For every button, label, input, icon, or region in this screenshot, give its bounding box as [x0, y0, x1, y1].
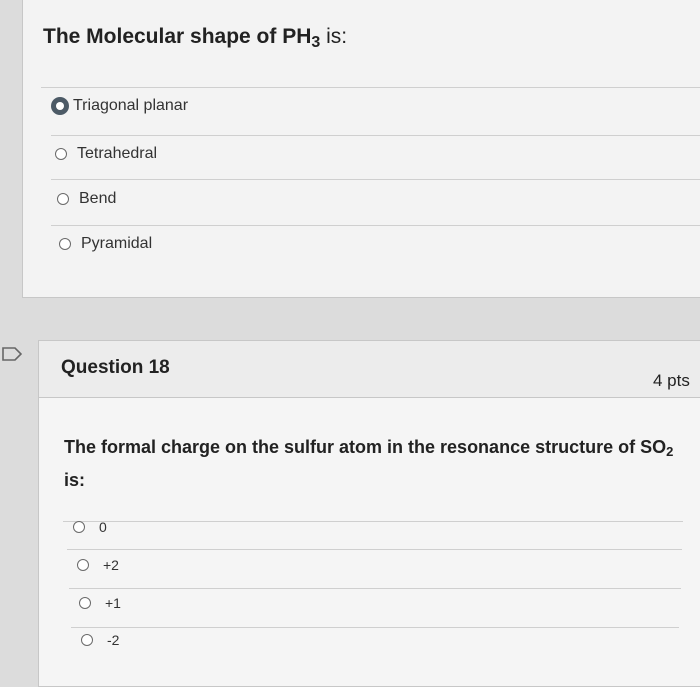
question-17-text: The Molecular shape of PH3 is: [43, 25, 348, 51]
radio-button[interactable] [81, 634, 93, 646]
divider [71, 627, 679, 628]
radio-button[interactable] [79, 597, 91, 609]
radio-button[interactable] [59, 238, 71, 250]
radio-button[interactable] [73, 521, 85, 533]
divider [41, 87, 700, 88]
radio-button[interactable] [57, 193, 69, 205]
answer-option-plus-2[interactable]: +2 [77, 557, 119, 573]
divider [51, 135, 700, 136]
answer-option-triagonal-planar[interactable]: Triagonal planar [51, 97, 188, 115]
answer-option-0[interactable]: 0 [73, 519, 107, 535]
divider [51, 225, 700, 226]
answer-option-plus-1[interactable]: +1 [79, 595, 121, 611]
answer-option-bend[interactable]: Bend [57, 190, 116, 208]
question-17-card: The Molecular shape of PH3 is: Triagonal… [22, 0, 700, 298]
divider [51, 179, 700, 180]
divider [67, 549, 682, 550]
question-18-text: The formal charge on the sulfur atom in … [64, 437, 674, 490]
hand-cursor-radio-icon[interactable] [51, 97, 69, 115]
divider [69, 588, 681, 589]
answer-option-tetrahedral[interactable]: Tetrahedral [55, 145, 157, 163]
question-header: Question 18 4 pts [39, 341, 700, 398]
radio-button[interactable] [77, 559, 89, 571]
bookmark-flag-icon[interactable] [2, 347, 22, 361]
radio-button[interactable] [55, 148, 67, 160]
answer-option-pyramidal[interactable]: Pyramidal [59, 235, 152, 253]
question-18-card: Question 18 4 pts The formal charge on t… [38, 340, 700, 687]
question-title: Question 18 [61, 357, 170, 378]
question-points: 4 pts [653, 371, 690, 390]
divider [63, 521, 683, 522]
answer-option-minus-2[interactable]: -2 [81, 632, 119, 648]
